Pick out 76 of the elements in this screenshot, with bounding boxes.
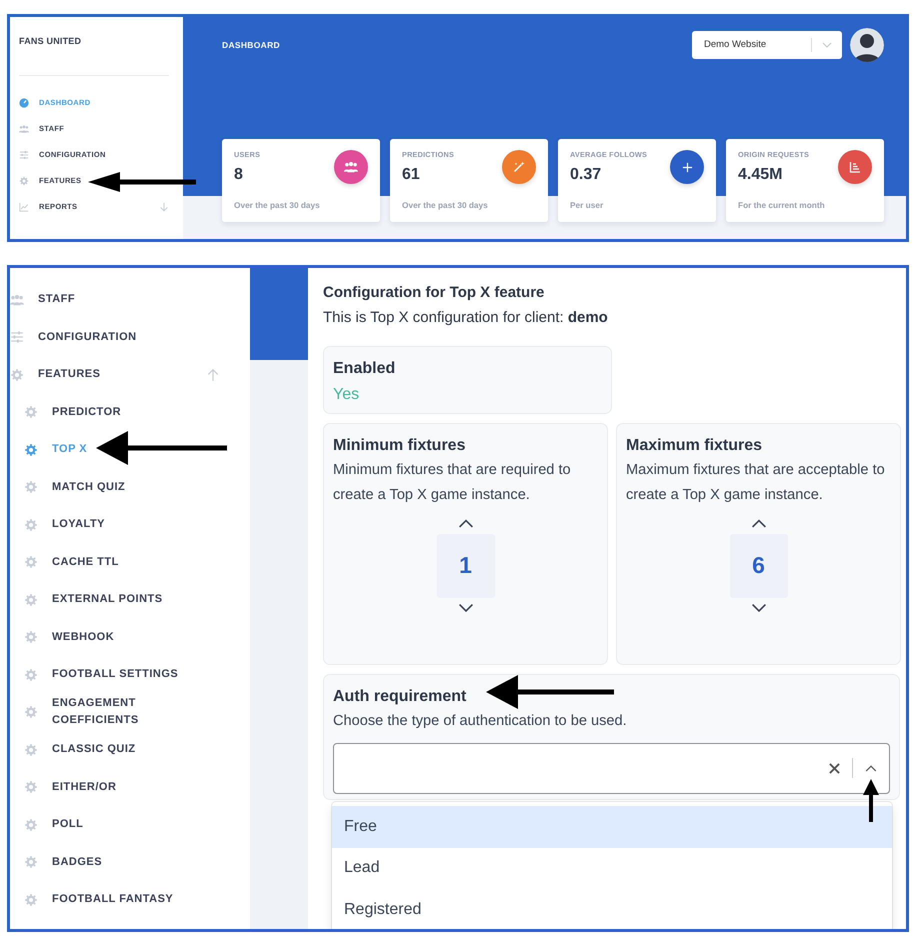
gear-icon [24, 442, 38, 457]
section-title: Configuration for Top X feature [323, 283, 546, 303]
dropdown-option[interactable]: Lead [332, 848, 892, 889]
setting-title: Enabled [333, 359, 396, 379]
gear-icon [24, 705, 38, 720]
gear-icon [24, 405, 38, 420]
sidebar-item[interactable]: LOYALTY [10, 506, 106, 544]
sidebar-item[interactable]: MATCH QUIZ [10, 468, 126, 506]
chevron-down-icon [822, 42, 832, 48]
gear-icon [24, 892, 38, 907]
sidebar-item[interactable]: PREDICTOR [10, 394, 122, 431]
arrow-down-icon [159, 202, 169, 212]
sidebar-item[interactable]: CLASSIC QUIZ [10, 731, 136, 768]
gear-icon [24, 518, 38, 532]
users-icon [10, 292, 24, 307]
gear-icon [24, 855, 38, 870]
chevron-up-icon [458, 518, 474, 528]
chevron-down-icon [458, 602, 474, 612]
setting-title: Maximum fixtures [626, 436, 764, 456]
gear-icon [19, 176, 29, 186]
arrow-up-icon [206, 368, 220, 382]
section-subtitle: This is Top X configuration for client: demo [323, 308, 609, 328]
setting-value: Yes [333, 385, 360, 405]
gear-icon [24, 592, 38, 607]
page-title: DASHBOARD [222, 38, 280, 52]
sidebar-item[interactable]: POLL [10, 806, 84, 844]
line-chart-icon [19, 202, 29, 212]
stat-value: 4.45M [738, 164, 784, 185]
gear-icon [24, 780, 38, 794]
gear-icon [24, 555, 38, 570]
setting-description: Choose the type of authentication to be used. [333, 712, 628, 731]
sidebar-item[interactable]: STAFF [10, 281, 76, 318]
sidebar-item[interactable]: EXTERNAL POINTS [10, 581, 163, 618]
dropdown-option[interactable]: Free [332, 806, 892, 848]
close-icon [828, 762, 840, 774]
gear-icon [24, 818, 38, 832]
sidebar-item[interactable]: BADGES [10, 844, 102, 881]
setting-title: Minimum fixtures [333, 436, 466, 456]
users-icon [19, 124, 29, 134]
setting-title: Auth requirement [333, 687, 466, 707]
sidebar-item[interactable]: WEBHOOK [10, 618, 114, 656]
stat-caption: For the current month [738, 198, 826, 212]
chevron-up-icon [750, 518, 766, 528]
stat-value: 8 [234, 164, 244, 185]
sliders-icon [10, 330, 24, 344]
dropdown-option[interactable]: Registered [332, 889, 892, 929]
gear-icon [24, 742, 38, 757]
stat-value: 61 [402, 164, 421, 185]
setting-description: Maximum fixtures that are acceptable to create a Top X game instance. [626, 461, 886, 505]
chevron-down-icon [750, 602, 766, 612]
select-field[interactable] [333, 742, 890, 794]
gear-icon [24, 668, 38, 682]
avatar-icon[interactable] [850, 28, 884, 62]
gauge-icon [19, 98, 29, 108]
sidebar-item[interactable]: FEATURES [10, 356, 240, 394]
sidebar-item[interactable]: FOOTBALL FANTASY [10, 881, 174, 918]
sidebar-item[interactable]: CONFIGURATION [10, 318, 137, 356]
gear-icon [24, 630, 38, 644]
setting-description: Minimum fixtures that are required to create a Top X game instance. [333, 461, 572, 505]
gear-icon [24, 480, 38, 494]
sidebar-item[interactable]: ENGAGEMENT COEFFICIENTS [10, 694, 162, 731]
brand-name: FANS UNITED [19, 35, 82, 48]
stat-caption: Over the past 30 days [234, 198, 321, 212]
sidebar-item[interactable]: FOOTBALL SETTINGS [10, 656, 178, 694]
number-field[interactable]: 6 [730, 534, 788, 598]
sidebar-item[interactable]: CACHE TTL [10, 544, 119, 581]
gear-icon [10, 368, 24, 382]
stat-caption: Per user [570, 198, 604, 212]
chevron-up-icon [865, 764, 877, 772]
stat-caption: Over the past 30 days [402, 198, 489, 212]
number-field[interactable]: 1 [436, 534, 494, 598]
stat-value: 0.37 [570, 164, 602, 185]
site-select[interactable]: Demo Website [692, 31, 842, 59]
sliders-icon [19, 150, 29, 160]
annotation-arrow [863, 779, 879, 822]
sidebar-item[interactable]: EITHER/OR [10, 768, 116, 806]
